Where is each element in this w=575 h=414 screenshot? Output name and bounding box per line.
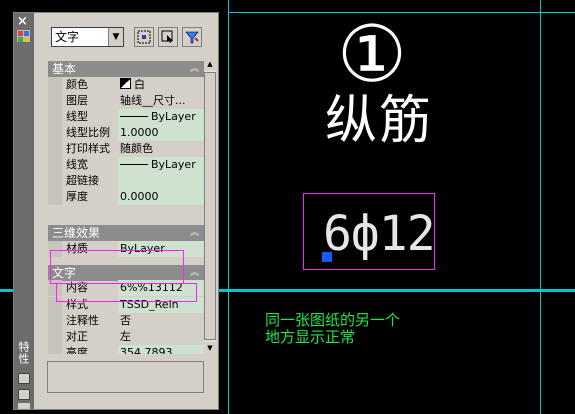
property-label: 高度 <box>66 346 88 354</box>
property-row-annotative[interactable]: 注释性 否 <box>48 313 204 329</box>
row-gutter <box>48 345 62 354</box>
property-list: 基本 ︽ 颜色 白 图层 轴线__尺寸... 线型 ByLayer 线型比例 1… <box>46 58 204 354</box>
circle-number[interactable]: ① <box>337 14 407 96</box>
property-value[interactable]: 否 <box>118 313 204 329</box>
property-label: 颜色 <box>66 78 88 91</box>
property-value[interactable]: 随颜色 <box>118 141 204 157</box>
property-value[interactable]: 0.0000 <box>118 189 204 205</box>
collapse-icon[interactable]: ︽ <box>190 225 199 241</box>
section-3d[interactable]: 三维效果 ︽ <box>48 225 204 241</box>
grid-line-v2 <box>540 0 541 414</box>
style-row-highlight-box <box>56 283 197 302</box>
quick-select-icon <box>185 31 199 44</box>
property-label: 对正 <box>66 330 88 343</box>
object-type-value: 文字 <box>55 30 80 44</box>
palette-titlebar[interactable]: × 特性 <box>14 13 34 409</box>
note-line: 同一张图纸的另一个地方显示正常 <box>265 311 401 346</box>
row-gutter <box>48 77 62 93</box>
toggle-pickadd-button[interactable] <box>134 27 154 47</box>
property-value[interactable]: 轴线__尺寸... <box>118 93 204 109</box>
section-basic[interactable]: 基本 ︽ <box>48 61 204 77</box>
property-label: 超链接 <box>66 174 99 187</box>
property-row-lineweight[interactable]: 线宽 ByLayer <box>48 157 204 173</box>
property-value[interactable]: ByLayer <box>118 109 204 125</box>
description-panel <box>47 361 204 393</box>
property-row-plotstyle[interactable]: 打印样式 随颜色 <box>48 141 204 157</box>
row-gutter <box>48 189 62 205</box>
lineweight-value: ByLayer <box>151 158 196 171</box>
property-value[interactable]: 354.7893 <box>118 345 204 354</box>
row-gutter <box>48 157 62 173</box>
row-gutter <box>48 125 62 141</box>
property-row-thickness[interactable]: 厚度 0.0000 <box>48 189 204 205</box>
property-label: 打印样式 <box>66 142 110 155</box>
chevron-down-icon[interactable]: ▼ <box>108 28 123 46</box>
autohide-icon[interactable] <box>18 373 30 384</box>
row-gutter <box>48 109 62 125</box>
property-value[interactable]: ByLayer <box>118 157 204 173</box>
row-gutter <box>48 141 62 157</box>
properties-icon[interactable] <box>18 389 30 400</box>
property-row-hyperlink[interactable]: 超链接 <box>48 173 204 189</box>
property-value[interactable]: 1.0000 <box>118 125 204 141</box>
property-label: 线型 <box>66 110 88 123</box>
color-value: 白 <box>134 78 145 91</box>
properties-palette: × 特性 文字 ▼ 基本 ︽ 颜色 白 图层 轴线__尺寸... 线型 ByLa… <box>13 12 219 410</box>
linetype-value: ByLayer <box>151 110 196 123</box>
select-objects-icon <box>161 30 173 43</box>
property-row-justify[interactable]: 对正 左 <box>48 329 204 345</box>
note-text: 同一张图纸的另一个地方显示正常 <box>265 312 405 346</box>
property-value[interactable] <box>118 173 204 189</box>
property-label: 线宽 <box>66 158 88 171</box>
close-icon[interactable]: × <box>17 15 28 28</box>
collapse-icon[interactable]: ︽ <box>190 265 199 281</box>
property-label: 注释性 <box>66 314 99 327</box>
text-section-highlight-box <box>50 250 184 284</box>
rebar-text[interactable]: 6ф12 <box>323 204 436 264</box>
line-sample-icon <box>120 164 148 165</box>
palette-menu-icon[interactable] <box>16 29 31 43</box>
scroll-up-icon[interactable]: ▲ <box>204 58 216 70</box>
row-gutter <box>48 329 62 345</box>
property-row-ltscale[interactable]: 线型比例 1.0000 <box>48 125 204 141</box>
scroll-down-icon[interactable]: ▼ <box>204 342 216 354</box>
quick-select-button[interactable] <box>182 27 202 47</box>
color-swatch-icon <box>120 78 131 89</box>
palette-title: 特性 <box>17 341 30 365</box>
property-value[interactable]: 白 <box>118 77 204 93</box>
section-basic-label: 基本 <box>52 62 77 76</box>
object-type-select[interactable]: 文字 ▼ <box>51 27 124 47</box>
row-gutter <box>48 313 62 329</box>
property-row-linetype[interactable]: 线型 ByLayer <box>48 109 204 125</box>
line-sample-icon <box>120 116 148 117</box>
property-row-color[interactable]: 颜色 白 <box>48 77 204 93</box>
heading-text[interactable]: 纵筋 <box>325 90 433 152</box>
property-label: 图层 <box>66 94 88 107</box>
grip-handle[interactable] <box>322 252 332 262</box>
property-row-height[interactable]: 高度 354.7893 <box>48 345 204 354</box>
property-value[interactable]: 左 <box>118 329 204 345</box>
property-label: 厚度 <box>66 190 88 203</box>
property-row-layer[interactable]: 图层 轴线__尺寸... <box>48 93 204 109</box>
section-3d-label: 三维效果 <box>52 226 101 240</box>
resize-grip-icon[interactable] <box>18 403 30 409</box>
scroll-thumb[interactable] <box>204 72 216 340</box>
property-label: 线型比例 <box>66 126 110 139</box>
row-gutter <box>48 93 62 109</box>
collapse-icon[interactable]: ︽ <box>190 61 199 77</box>
grid-line-v1 <box>228 0 229 414</box>
property-scrollbar[interactable]: ▲ ▼ <box>204 58 216 354</box>
pickadd-icon <box>137 30 151 44</box>
select-objects-button[interactable] <box>158 27 178 47</box>
row-gutter <box>48 173 62 189</box>
